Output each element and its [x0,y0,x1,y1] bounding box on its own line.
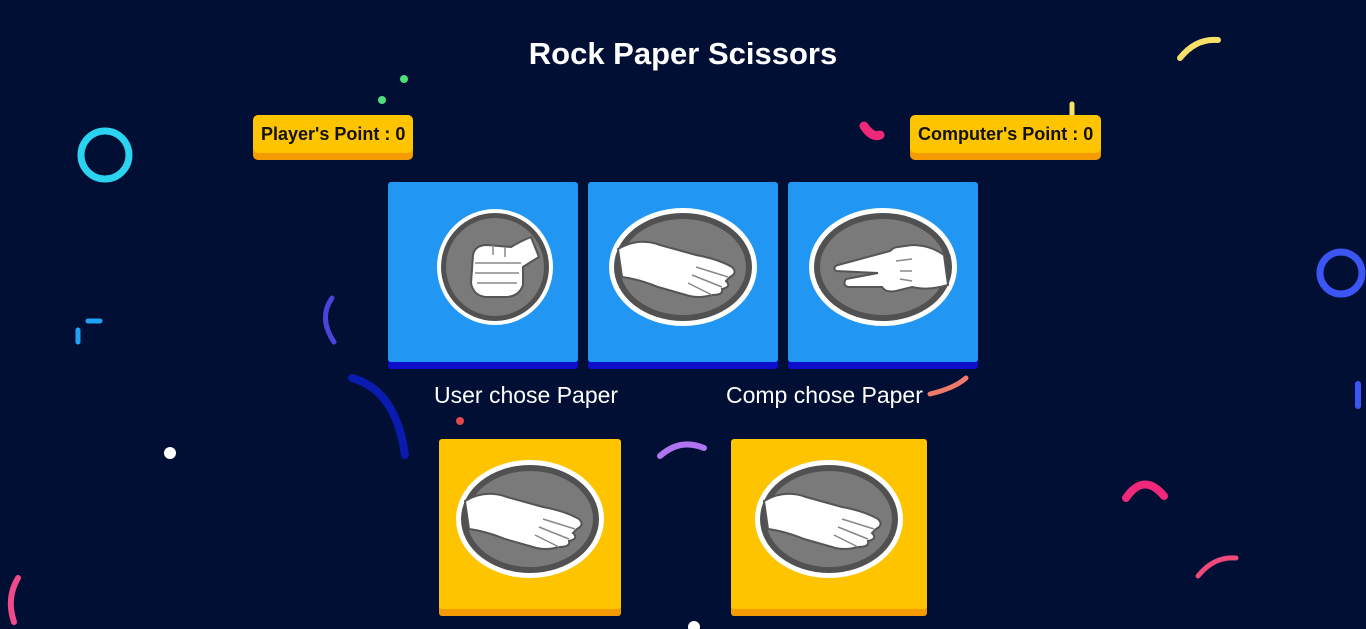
rock-hand-icon [437,209,553,325]
paper-hand-icon [755,460,903,578]
paper-hand-icon [456,460,604,578]
scissors-hand-icon [809,208,957,326]
user-choice-message: User chose Paper [434,382,619,408]
scissors-choice-button[interactable] [788,182,978,362]
rock-choice-button[interactable] [388,182,578,362]
paper-hand-icon [609,208,757,326]
player-score-badge: Player's Point : 0 [253,115,414,153]
user-result-card [439,439,621,609]
computer-result-card [731,439,927,609]
paper-choice-button[interactable] [588,182,778,362]
computer-score-badge: Computer's Point : 0 [910,115,1102,153]
computer-choice-message: Comp chose Paper [726,382,923,408]
page-title: Rock Paper Scissors [528,36,838,71]
